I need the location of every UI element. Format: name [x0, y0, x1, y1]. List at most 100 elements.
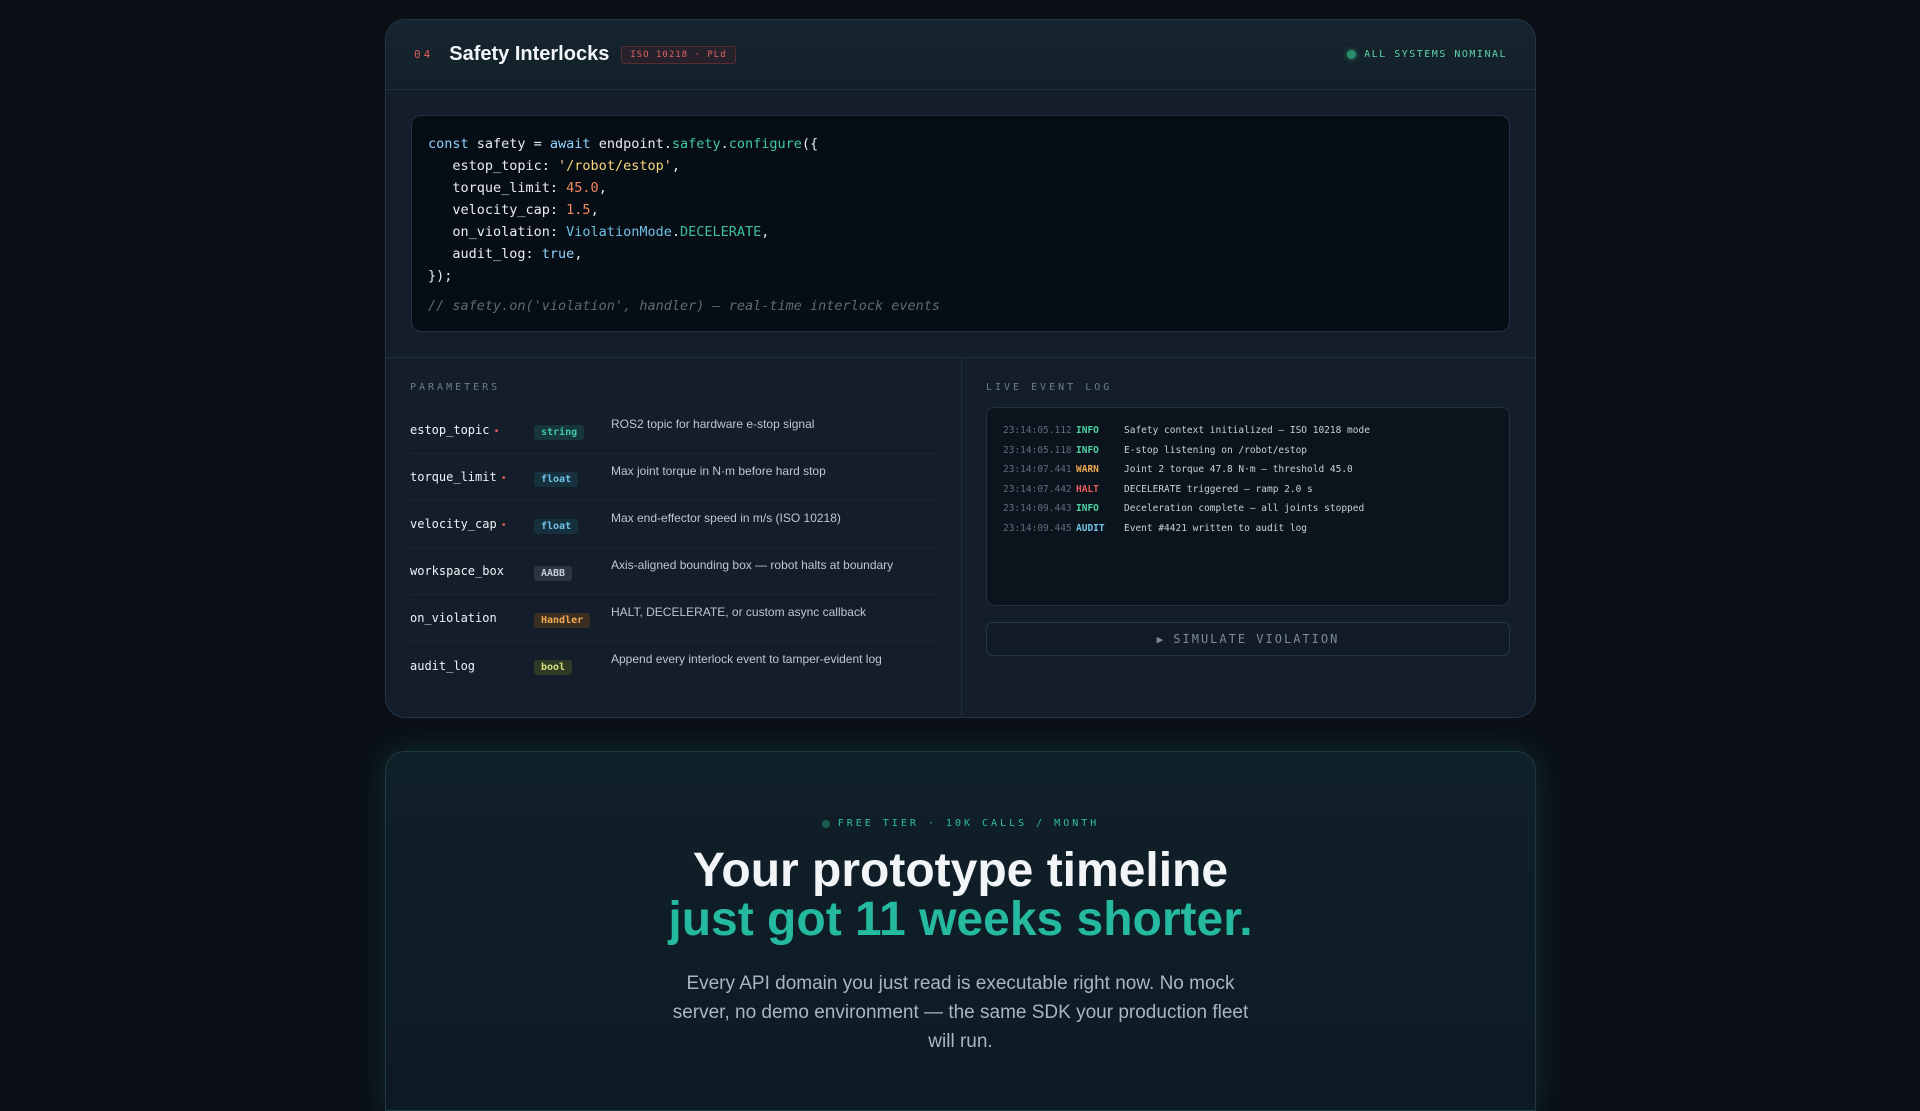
log-time: 23:14:05.118: [1003, 444, 1072, 456]
code-token: '/robot/estop': [558, 158, 672, 174]
log-time: 23:14:09.445: [1003, 522, 1072, 534]
parameter-name-text: workspace_box: [410, 564, 504, 578]
parameters-list: estop_topic • string ROS2 topic for hardwar…: [410, 407, 936, 689]
cta-eyebrow: FREE TIER · 10K CALLS / MONTH: [386, 818, 1535, 829]
parameter-name: workspace_box: [410, 564, 534, 578]
code-block: const safety = await endpoint.safety.con…: [411, 115, 1510, 332]
parameter-description: ROS2 topic for hardware e-stop signal: [611, 417, 815, 431]
parameter-name-text: audit_log: [410, 658, 476, 673]
code-line-1: const safety = await endpoint.safety.con…: [428, 133, 1493, 155]
parameter-type: float: [534, 468, 611, 487]
parameter-row: on_violation Handler HALT, DECELERATE, or …: [410, 595, 936, 642]
parameter-row: estop_topic • string ROS2 topic for hardwar…: [410, 407, 936, 454]
cta-subtext: Every API domain you just read is execut…: [672, 973, 1249, 1052]
parameter-name: estop_topic •: [410, 423, 534, 437]
code-token: torque_limit:: [428, 180, 567, 196]
parameter-row: audit_log bool Append every interlock even…: [410, 642, 936, 689]
log-line: 23:14:05.118 INFO E-stop listening on /rob…: [1003, 441, 1493, 461]
parameter-type: float: [534, 515, 611, 534]
code-token: .: [671, 224, 680, 240]
section-number: 04: [414, 48, 434, 61]
parameter-row: velocity_cap • float Max end-effector speed…: [410, 501, 936, 548]
parameter-name-text: velocity_cap: [410, 517, 497, 531]
required-marker: •: [500, 473, 507, 484]
type-badge: Handler: [534, 612, 591, 628]
log-time: 23:14:09.443: [1003, 503, 1072, 514]
log-level: INFO: [1076, 503, 1099, 514]
code-token: ViolationMode: [566, 224, 672, 240]
event-log-label: LIVE EVENT LOG: [986, 382, 1113, 393]
code-line-7: });: [428, 268, 453, 284]
code-token: ,: [671, 158, 680, 174]
status-text: ALL SYSTEMS NOMINAL: [1364, 49, 1507, 60]
log-message: Event #4421 written to audit log: [1124, 522, 1308, 534]
simulate-violation-button[interactable]: ▶ SIMULATE VIOLATION: [986, 622, 1510, 656]
code-token: ,: [574, 246, 583, 262]
log-message: DECELERATE triggered — ramp 2.0 s: [1124, 483, 1313, 495]
code-token: velocity_cap:: [428, 202, 567, 218]
log-time: 23:14:07.441: [1003, 464, 1072, 475]
type-badge: float: [534, 518, 579, 534]
event-log[interactable]: 23:14:05.112 INFO Safety context initializ…: [986, 407, 1510, 606]
type-badge: bool: [534, 660, 573, 675]
code-section: const safety = await endpoint.safety.con…: [386, 90, 1535, 358]
dot-icon: [821, 819, 830, 828]
type-badge: AABB: [534, 565, 573, 581]
code-token: 1.5: [566, 202, 591, 218]
log-level: INFO: [1076, 425, 1099, 436]
system-status: ALL SYSTEMS NOMINAL: [1347, 49, 1507, 60]
parameter-name-text: torque_limit: [410, 470, 497, 484]
code-token: audit_log:: [428, 246, 542, 262]
parameter-name: on_violation: [410, 611, 534, 625]
log-level: HALT: [1076, 483, 1099, 495]
parameter-name: velocity_cap •: [410, 517, 534, 531]
log-message: Deceleration complete — all joints stopp…: [1124, 503, 1365, 514]
log-line: 23:14:09.445 AUDIT Event #4421 written to …: [1003, 519, 1493, 539]
code-line-2: estop_topic: '/robot/estop',: [428, 155, 1493, 177]
safety-interlocks-card: 04 Safety Interlocks ISO 10218 · PLd ALL…: [385, 19, 1536, 718]
log-time: 23:14:05.112: [1003, 425, 1072, 436]
card-header: 04 Safety Interlocks ISO 10218 · PLd ALL…: [386, 20, 1535, 90]
log-level: WARN: [1076, 464, 1099, 475]
parameter-row: torque_limit • float Max joint torque in N·…: [410, 454, 936, 501]
log-time: 23:14:07.442: [1003, 483, 1072, 495]
code-token: ,: [761, 224, 770, 240]
cta-eyebrow-text: FREE TIER · 10K CALLS / MONTH: [837, 818, 1100, 829]
log-line: 23:14:05.112 INFO Safety context initializ…: [1003, 421, 1493, 441]
details-columns: PARAMETERS estop_topic • string ROS2 topic …: [386, 358, 1535, 717]
simulate-violation-label: SIMULATE VIOLATION: [1173, 632, 1340, 646]
log-line: 23:14:07.441 WARN Joint 2 torque 47.8 N·m …: [1003, 460, 1493, 480]
code-comment: // safety.on('violation', handler) — rea…: [428, 298, 941, 314]
code-token: ,: [598, 180, 607, 196]
required-marker: •: [493, 426, 500, 437]
code-token: endpoint.: [590, 136, 672, 152]
parameter-description: Max end-effector speed in m/s (ISO 10218…: [611, 511, 841, 525]
cta-headline: Your prototype timeline: [692, 844, 1229, 897]
parameter-name-text: on_violation: [410, 611, 497, 625]
parameter-description: HALT, DECELERATE, or custom async callba…: [611, 605, 866, 619]
parameter-name: audit_log: [410, 659, 534, 673]
type-badge: string: [534, 424, 585, 440]
log-line: 23:14:07.442 HALT DECELERATE triggered — r…: [1003, 480, 1493, 500]
log-level: AUDIT: [1076, 522, 1105, 534]
log-message: E-stop listening on /robot/estop: [1124, 444, 1308, 456]
iso-badge: ISO 10218 · PLd: [621, 45, 736, 64]
code-token: true: [541, 246, 575, 262]
code-token: await: [549, 136, 591, 152]
parameter-description: Append every interlock event to tamper-e…: [611, 652, 882, 666]
code-token: on_violation:: [428, 224, 567, 240]
code-token: configure: [728, 136, 802, 152]
parameters-label: PARAMETERS: [410, 382, 501, 393]
code-token: ,: [590, 202, 599, 218]
play-icon: ▶: [1156, 632, 1166, 646]
parameter-name: torque_limit •: [410, 470, 534, 484]
section-title: Safety Interlocks: [449, 43, 610, 65]
code-token: safety: [671, 136, 721, 152]
log-message: Joint 2 torque 47.8 N·m — threshold 45.0: [1124, 464, 1353, 475]
code-token: 45.0: [566, 180, 599, 196]
code-line-3: torque_limit: 45.0,: [428, 177, 1493, 199]
code-line-6: audit_log: true,: [428, 243, 1493, 265]
code-token: .: [720, 136, 729, 152]
code-token: DECELERATE: [679, 224, 762, 240]
status-dot-icon: [1347, 50, 1357, 59]
